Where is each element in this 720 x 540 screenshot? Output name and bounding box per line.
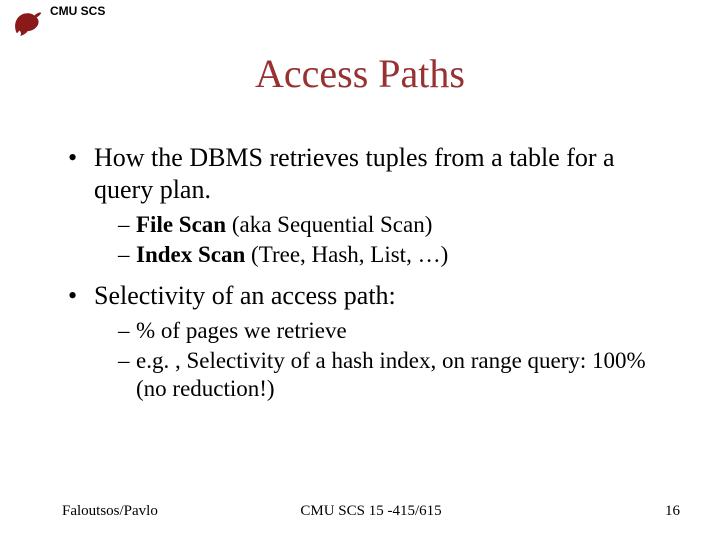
footer-authors: Faloutsos/Pavlo — [62, 503, 158, 520]
index-scan-label: Index Scan — [136, 242, 245, 267]
file-scan-rest: (aka Sequential Scan) — [226, 212, 432, 237]
bullet-1-text: How the DBMS retrieves tuples from a tab… — [94, 143, 615, 204]
bullet-2-text: Selectivity of an access path: — [94, 281, 396, 310]
slide-body: How the DBMS retrieves tuples from a tab… — [62, 142, 670, 413]
bullet-1: How the DBMS retrieves tuples from a tab… — [62, 142, 670, 270]
bullet-1-sub-2: Index Scan (Tree, Hash, List, …) — [118, 241, 670, 269]
footer-page-number: 16 — [665, 503, 680, 520]
bullet-2-sub-1: % of pages we retrieve — [118, 317, 670, 345]
slide-header: CMU SCS — [10, 6, 105, 40]
header-org-label: CMU SCS — [50, 4, 105, 18]
bullet-2: Selectivity of an access path: % of page… — [62, 280, 670, 404]
file-scan-label: File Scan — [136, 212, 226, 237]
bullet-1-sub-1: File Scan (aka Sequential Scan) — [118, 211, 670, 239]
bullet-2-sub-2: e.g. , Selectivity of a hash index, on r… — [118, 347, 670, 403]
index-scan-rest: (Tree, Hash, List, …) — [245, 242, 448, 267]
cmu-dragon-icon — [10, 6, 44, 40]
slide-title: Access Paths — [0, 50, 720, 97]
slide-footer: Faloutsos/Pavlo CMU SCS 15 -415/615 16 — [62, 503, 680, 520]
